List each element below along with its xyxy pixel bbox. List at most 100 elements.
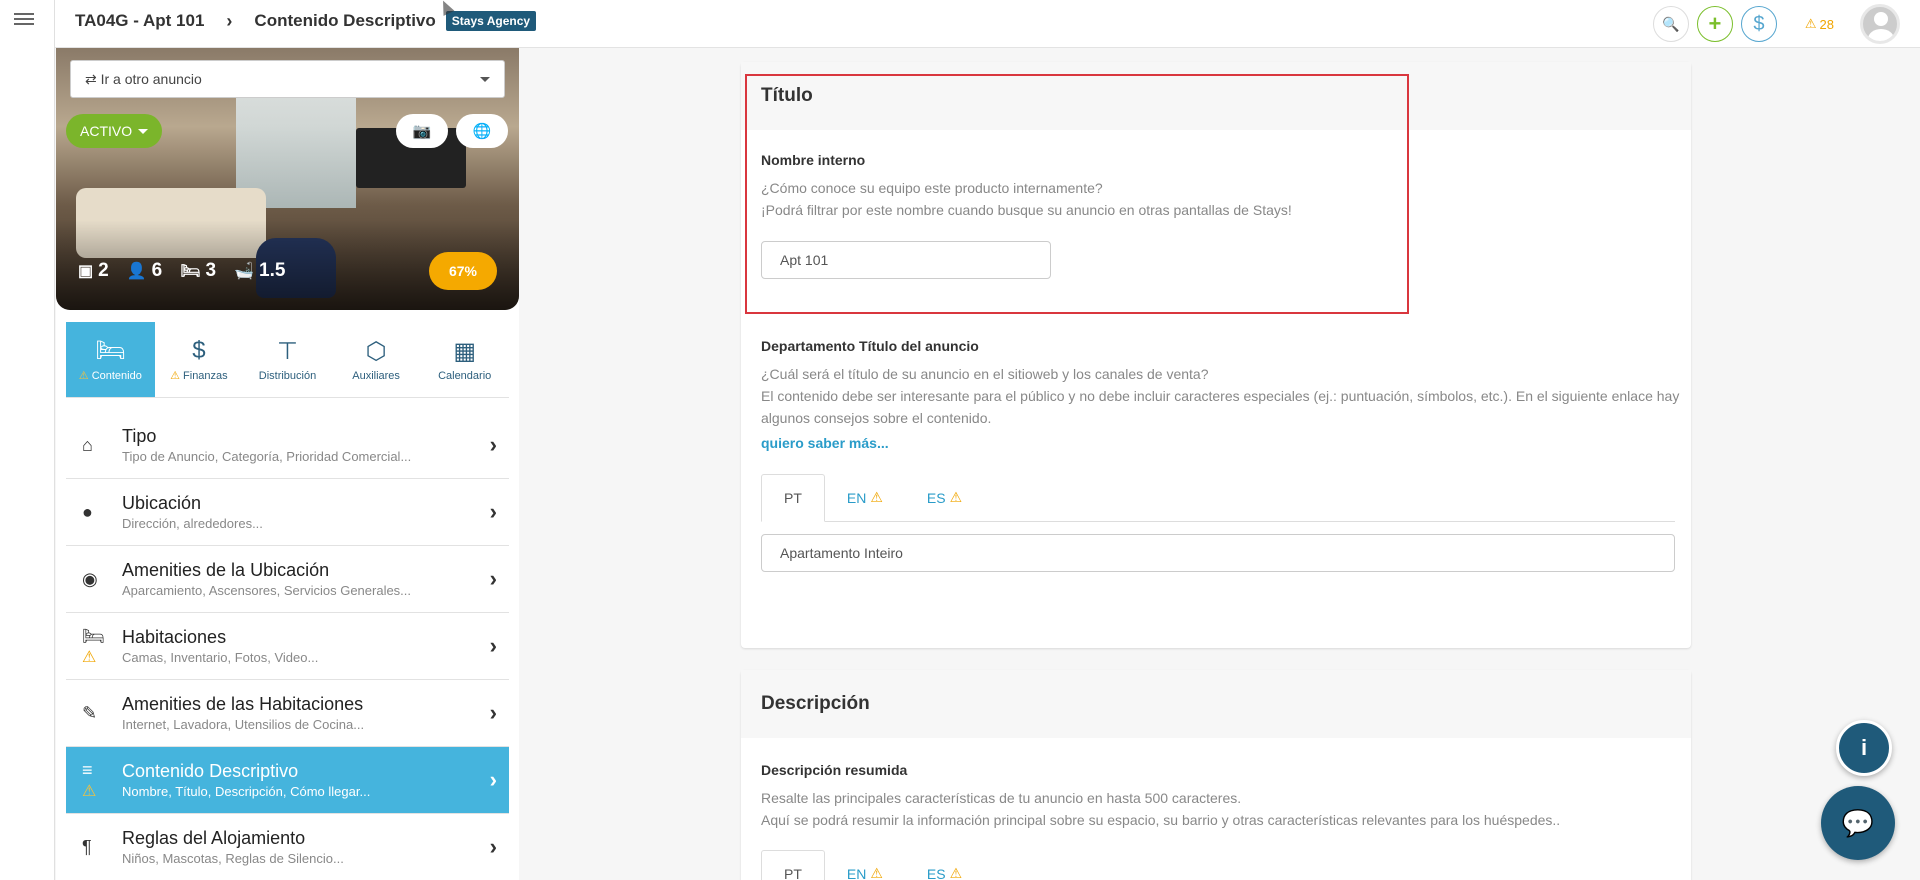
add-button[interactable]: + (1696, 6, 1733, 42)
tab-finanzas[interactable]: $ ⚠ Finanzas (155, 322, 244, 397)
chevron-right-icon: › (489, 700, 497, 725)
status-dropdown[interactable]: ACTIVO (66, 114, 163, 148)
tab-label: Calendario (438, 369, 492, 382)
top-actions: 🔍 + $ ⚠ 28 (1652, 4, 1900, 44)
chat-icon: 💬 (1841, 807, 1875, 838)
tab-label-wrap: ⚠ Finanzas (170, 369, 228, 382)
warning-icon: ⚠ (82, 648, 97, 666)
tab-auxiliares[interactable]: ⬡ Auxiliares (332, 322, 421, 397)
caret-down-icon (138, 128, 149, 134)
units-stat: ▣ 2 (78, 260, 109, 282)
units-count: 2 (98, 260, 109, 281)
info-button[interactable]: i (1836, 720, 1892, 776)
property-code[interactable]: TA04G - Apt 101 (75, 11, 204, 31)
menu-item[interactable]: ✎ Amenities de las Habitaciones Internet, … (66, 680, 509, 747)
section-tabs: 🛏 ⚠ Contenido $ ⚠ Finanzas ⊤ Distribución ⬡ Aux… (66, 322, 509, 398)
lang-tab-pt[interactable]: PT (761, 474, 825, 522)
menu-item-subtitle: Camas, Inventario, Fotos, Video... (122, 650, 319, 665)
breadcrumb-chevron-icon: › (226, 10, 233, 31)
lang-tab-en[interactable]: EN ⚠ (825, 474, 905, 521)
tab-icon: $ (192, 337, 206, 364)
menu-item-icon: ● (82, 502, 122, 523)
user-icon: 👤 (126, 263, 147, 280)
listing-title-label: Departamento Título del anuncio (761, 338, 979, 354)
menu-item-text: Amenities de las Habitaciones Internet, L… (122, 694, 490, 732)
menu-item[interactable]: 🛏 ⚠ Habitaciones Camas, Inventario, Fotos, … (66, 613, 509, 680)
menu-item-subtitle: Nombre, Título, Descripción, Cómo llegar… (122, 784, 371, 799)
info-icon: i (1860, 735, 1868, 760)
menu-item[interactable]: ◉ Amenities de la Ubicación Aparcamiento, … (66, 546, 509, 613)
menu-item-glyph-icon: ◉ (82, 568, 98, 589)
beds-stat: 🛏 3 (180, 260, 216, 282)
menu-item-subtitle: Niños, Mascotas, Reglas de Silencio... (122, 851, 344, 866)
tab-calendario[interactable]: ▦ Calendario (420, 322, 509, 397)
warning-icon: ⚠ (870, 489, 883, 505)
warning-icon: ⚠ (949, 865, 963, 880)
chevron-right-icon: › (489, 499, 497, 524)
status-label: ACTIVO (80, 123, 133, 139)
page-title: Contenido Descriptivo (254, 11, 436, 30)
chevron-right-icon: › (489, 834, 497, 859)
plus-icon: + (1708, 11, 1722, 36)
menu-item-icon: ◉ (82, 569, 122, 590)
listing-title-input[interactable]: Apartamento Inteiro (761, 534, 1675, 572)
description-card: Descripción Descripción resumida Resalte… (741, 670, 1691, 880)
lang-tab-en[interactable]: EN ⚠ (825, 850, 905, 880)
property-photo: ⇄ Ir a otro anuncio ACTIVO 📷 🌐 ▣ 2 👤 6 🛏 3 … (56, 48, 519, 310)
internal-name-help-1: ¿Cómo conoce su equipo este producto int… (761, 180, 1103, 196)
title-card-heading: Título (741, 62, 1691, 130)
lang-tab-es[interactable]: ES ⚠ (905, 850, 984, 880)
title-card: Título Nombre interno ¿Cómo conoce su eq… (741, 62, 1691, 648)
tab-distribucion[interactable]: ⊤ Distribución (243, 322, 332, 397)
menu-item[interactable]: ● Ubicación Dirección, alrededores... › (66, 479, 509, 546)
menu-item-text: Tipo Tipo de Anuncio, Categoría, Priorida… (122, 426, 490, 464)
menu-item-glyph-icon: ¶ (82, 836, 92, 857)
menu-item-title: Reglas del Alojamiento (122, 828, 306, 848)
bed-icon: 🛏 (180, 263, 201, 280)
tab-icon: 🛏 (95, 337, 126, 364)
avatar[interactable] (1860, 4, 1900, 44)
go-to-listing-select[interactable]: ⇄ Ir a otro anuncio (70, 60, 505, 98)
internal-name-input[interactable]: Apt 101 (761, 241, 1051, 279)
summary-help-1: Resalte las principales características … (761, 790, 1242, 806)
alerts-button[interactable]: ⚠ 28 (1805, 16, 1834, 32)
menu-item-text: Reglas del Alojamiento Niños, Mascotas, R… (122, 828, 490, 866)
lang-tab-es[interactable]: ES ⚠ (905, 474, 984, 521)
website-button[interactable]: 🌐 (456, 114, 508, 148)
menu-item-title: Amenities de la Ubicación (122, 560, 330, 580)
warning-icon: ⚠ (949, 489, 963, 505)
menu-item-subtitle: Internet, Lavadora, Utensilios de Cocina… (122, 717, 365, 732)
menu-item-title: Tipo (122, 426, 157, 446)
lang-tab-pt[interactable]: PT (761, 850, 825, 880)
menu-item-title: Amenities de las Habitaciones (122, 694, 364, 714)
menu-item-icon: 🛏 ⚠ (82, 626, 122, 667)
menu-item-glyph-icon: ✎ (82, 702, 98, 723)
tab-label: Finanzas (183, 370, 228, 382)
bath-icon: 🛁 (234, 263, 255, 280)
description-card-heading: Descripción (741, 670, 1691, 738)
warning-icon: ⚠ (870, 865, 883, 880)
completion-badge[interactable]: 67% (429, 252, 497, 290)
tab-label: Contenido (91, 370, 142, 382)
menu-item-text: Ubicación Dirección, alrededores... (122, 493, 490, 531)
lang-code: PT (784, 490, 802, 506)
caret-down-icon (480, 76, 490, 82)
warning-icon: ⚠ (82, 782, 97, 800)
learn-more-link[interactable]: quiero saber más... (761, 435, 889, 451)
go-to-listing-label: ⇄ Ir a otro anuncio (85, 70, 202, 87)
menu-item[interactable]: ⌂ Tipo Tipo de Anuncio, Categoría, Priorid… (66, 412, 509, 479)
chat-button[interactable]: 💬 (1821, 786, 1895, 860)
menu-item-glyph-icon: 🛏 (82, 625, 105, 646)
lang-code: EN (846, 865, 867, 880)
content-menu: ⌂ Tipo Tipo de Anuncio, Categoría, Priorid… (66, 412, 509, 880)
finance-button[interactable]: $ (1740, 6, 1777, 42)
menu-item[interactable]: ≡ ⚠ Contenido Descriptivo Nombre, Título, D… (66, 747, 509, 814)
menu-item[interactable]: ¶ Reglas del Alojamiento Niños, Mascotas, … (66, 814, 509, 880)
search-button[interactable]: 🔍 (1652, 6, 1689, 42)
tab-contenido[interactable]: 🛏 ⚠ Contenido (66, 322, 155, 397)
hamburger-menu-icon[interactable] (14, 10, 34, 28)
photos-button[interactable]: 📷 (396, 114, 448, 148)
menu-item-glyph-icon: ⌂ (82, 434, 93, 455)
menu-item-title: Ubicación (122, 493, 202, 513)
chevron-right-icon: › (489, 566, 497, 591)
